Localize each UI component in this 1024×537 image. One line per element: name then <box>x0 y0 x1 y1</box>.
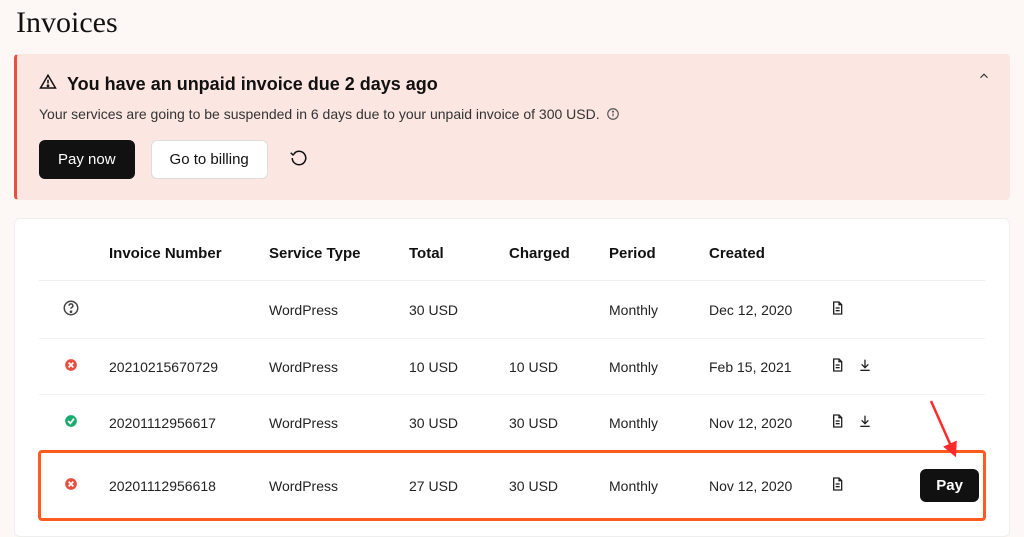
cell-invoice-number <box>103 281 263 339</box>
document-icon[interactable] <box>829 300 845 319</box>
table-row: 20210215670729WordPress10 USD10 USDMonth… <box>39 339 985 395</box>
cell-period: Monthly <box>603 339 703 395</box>
cell-service-type: WordPress <box>263 281 403 339</box>
warning-icon <box>39 73 57 96</box>
alert-heading: You have an unpaid invoice due 2 days ag… <box>67 74 438 95</box>
table-row: 20201112956618WordPress27 USD30 USDMonth… <box>39 451 985 521</box>
info-icon[interactable] <box>606 107 620 121</box>
cell-charged: 30 USD <box>503 451 603 521</box>
cell-charged: 30 USD <box>503 395 603 451</box>
cell-total: 27 USD <box>403 451 503 521</box>
cell-created: Nov 12, 2020 <box>703 395 823 451</box>
cell-invoice-number: 20201112956617 <box>103 395 263 451</box>
cell-charged: 10 USD <box>503 339 603 395</box>
status-paid-icon <box>64 414 78 428</box>
cell-created: Feb 15, 2021 <box>703 339 823 395</box>
status-failed-icon <box>64 477 78 491</box>
invoices-table: Invoice Number Service Type Total Charge… <box>39 227 985 520</box>
collapse-button[interactable] <box>977 69 991 88</box>
col-created: Created <box>703 227 823 281</box>
pay-now-button[interactable]: Pay now <box>39 140 135 179</box>
cell-service-type: WordPress <box>263 339 403 395</box>
refresh-icon <box>290 155 308 170</box>
cell-period: Monthly <box>603 281 703 339</box>
document-icon[interactable] <box>829 413 845 432</box>
cell-total: 30 USD <box>403 281 503 339</box>
download-icon[interactable] <box>857 413 873 432</box>
cell-total: 30 USD <box>403 395 503 451</box>
pay-button[interactable]: Pay <box>920 469 979 502</box>
status-failed-icon <box>64 358 78 372</box>
col-service-type: Service Type <box>263 227 403 281</box>
cell-total: 10 USD <box>403 339 503 395</box>
invoices-table-card: Invoice Number Service Type Total Charge… <box>14 218 1010 537</box>
cell-service-type: WordPress <box>263 451 403 521</box>
col-invoice-number: Invoice Number <box>103 227 263 281</box>
page-title: Invoices <box>14 0 1010 54</box>
table-row: WordPress30 USD MonthlyDec 12, 2020 <box>39 281 985 339</box>
cell-invoice-number: 20201112956618 <box>103 451 263 521</box>
col-period: Period <box>603 227 703 281</box>
cell-period: Monthly <box>603 395 703 451</box>
table-row: 20201112956617WordPress30 USD30 USDMonth… <box>39 395 985 451</box>
cell-period: Monthly <box>603 451 703 521</box>
document-icon[interactable] <box>829 476 845 495</box>
cell-invoice-number: 20210215670729 <box>103 339 263 395</box>
col-charged: Charged <box>503 227 603 281</box>
cell-service-type: WordPress <box>263 395 403 451</box>
document-icon[interactable] <box>829 357 845 376</box>
refresh-button[interactable] <box>284 143 314 176</box>
chevron-up-icon <box>977 70 991 87</box>
go-to-billing-button[interactable]: Go to billing <box>151 140 268 179</box>
alert-body-text: Your services are going to be suspended … <box>39 106 600 122</box>
cell-charged <box>503 281 603 339</box>
help-icon <box>62 299 80 317</box>
cell-created: Nov 12, 2020 <box>703 451 823 521</box>
unpaid-invoice-alert: You have an unpaid invoice due 2 days ag… <box>14 54 1010 200</box>
cell-created: Dec 12, 2020 <box>703 281 823 339</box>
col-total: Total <box>403 227 503 281</box>
download-icon[interactable] <box>857 357 873 376</box>
